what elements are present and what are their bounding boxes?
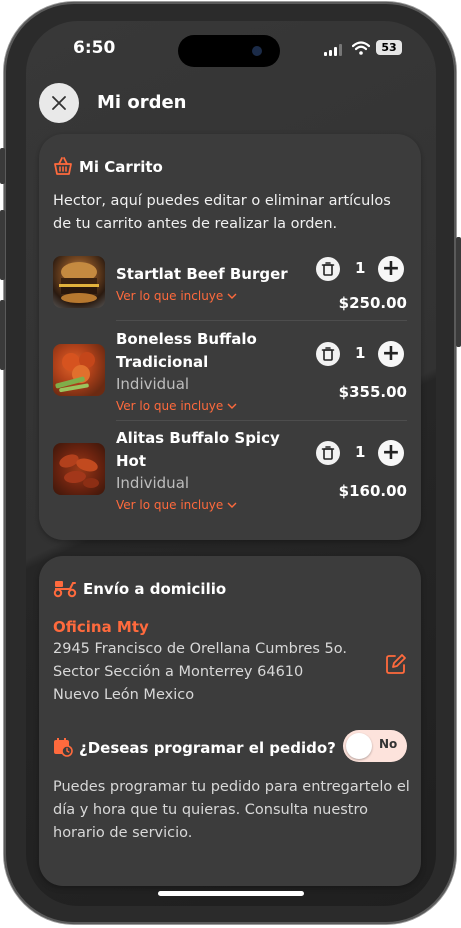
schedule-question: ¿Deseas programar el pedido?	[79, 739, 336, 757]
home-indicator[interactable]	[158, 891, 304, 896]
item-quantity: 1	[355, 443, 366, 461]
battery-icon: 53	[376, 40, 402, 55]
close-button[interactable]	[39, 83, 79, 123]
trash-icon	[321, 446, 335, 460]
volume-up-button	[0, 210, 5, 280]
item-variant: Individual	[116, 375, 190, 393]
item-quantity: 1	[355, 259, 366, 277]
delete-button[interactable]	[316, 342, 340, 366]
plus-icon: +	[381, 440, 401, 465]
toggle-label: No	[379, 737, 398, 751]
volume-down-button	[0, 300, 5, 370]
see-includes-label: Ver lo que incluye	[116, 399, 224, 413]
divider	[116, 420, 407, 421]
increase-quantity-button[interactable]: +	[378, 341, 404, 367]
camera-dot	[252, 46, 262, 56]
boneless-image	[53, 344, 105, 396]
wifi-icon	[352, 41, 370, 55]
delete-button[interactable]	[316, 257, 340, 281]
chevron-down-icon	[227, 293, 237, 299]
toggle-knob	[346, 733, 372, 759]
item-quantity: 1	[355, 344, 366, 362]
address-line: Sector Sección a Monterrey 64610	[53, 664, 304, 680]
item-name: Alitas Buffalo Spicy Hot	[116, 429, 280, 470]
divider	[116, 320, 407, 321]
status-time: 6:50	[73, 38, 116, 58]
shipping-card: Envío a domicilio Oficina Mty 2945 Franc…	[39, 556, 421, 886]
cart-title: Mi Carrito	[79, 158, 163, 176]
see-includes-label: Ver lo que incluye	[116, 289, 224, 303]
chevron-down-icon	[227, 502, 237, 508]
boneless-illustration	[55, 352, 95, 393]
calendar-clock-icon	[54, 738, 73, 757]
cart-description: Hector, aquí puedes editar o eliminar ar…	[53, 193, 391, 232]
burger-image	[53, 256, 105, 308]
plus-icon: +	[381, 341, 401, 366]
plus-icon: +	[381, 256, 401, 281]
increase-quantity-button[interactable]: +	[378, 440, 404, 466]
increase-quantity-button[interactable]: +	[378, 256, 404, 282]
item-price: $250.00	[338, 294, 407, 312]
see-includes-link[interactable]: Ver lo que incluye	[116, 399, 237, 413]
item-price: $160.00	[338, 482, 407, 500]
schedule-toggle[interactable]: No	[343, 730, 407, 762]
chevron-down-icon	[227, 403, 237, 409]
scooter-icon	[53, 581, 77, 598]
see-includes-label: Ver lo que incluye	[116, 498, 224, 512]
cart-card: Mi Carrito Hector, aquí puedes editar o …	[39, 134, 421, 540]
wings-image	[53, 443, 105, 495]
address-line: Nuevo León Mexico	[53, 687, 195, 703]
delete-button[interactable]	[316, 441, 340, 465]
see-includes-link[interactable]: Ver lo que incluye	[116, 498, 237, 512]
screen: 6:50 53 Mi orden Mi Carrito Hector, aquí…	[26, 21, 436, 906]
shipping-title: Envío a domicilio	[83, 580, 227, 598]
basket-icon	[54, 157, 72, 175]
item-name: Startlat Beef Burger	[116, 265, 288, 283]
see-includes-link[interactable]: Ver lo que incluye	[116, 289, 237, 303]
item-name: Boneless Buffalo Tradicional	[116, 330, 257, 371]
side-button	[0, 148, 5, 184]
page-title: Mi orden	[97, 92, 187, 113]
close-icon	[52, 96, 66, 110]
status-bar: 6:50 53	[26, 21, 436, 77]
trash-icon	[321, 347, 335, 361]
header: Mi orden	[26, 81, 436, 125]
item-variant: Individual	[116, 474, 190, 492]
place-name: Oficina Mty	[53, 618, 149, 636]
edit-address-button[interactable]	[385, 653, 407, 675]
schedule-description: Puedes programar tu pedido para entregar…	[53, 779, 410, 841]
dynamic-island	[178, 35, 280, 67]
wings-illustration	[59, 454, 99, 488]
signal-icon	[324, 44, 342, 56]
address-line: 2945 Francisco de Orellana Cumbres 5o.	[53, 641, 348, 657]
trash-icon	[321, 262, 335, 276]
power-button	[456, 237, 461, 347]
burger-illustration	[59, 262, 99, 303]
item-price: $355.00	[338, 383, 407, 401]
